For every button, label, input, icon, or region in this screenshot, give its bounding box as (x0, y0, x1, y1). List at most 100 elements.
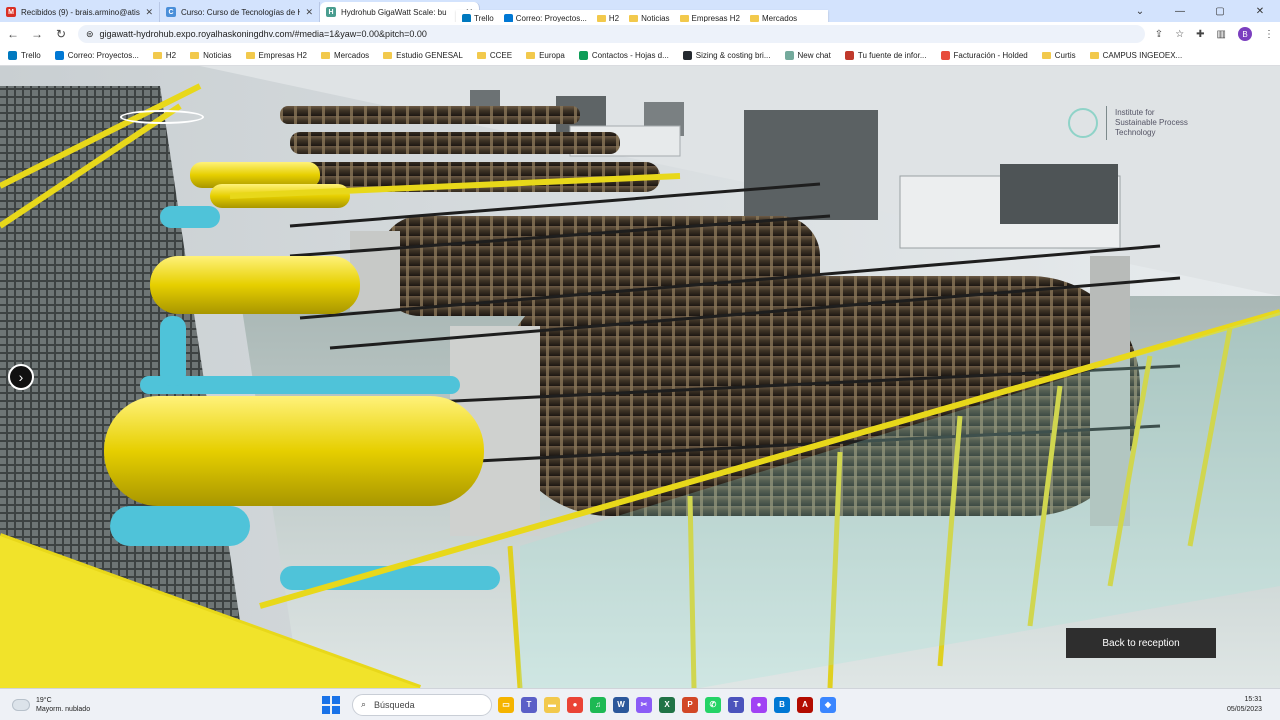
bi-icon[interactable]: B (774, 696, 790, 713)
tab-close-icon[interactable]: ✕ (145, 7, 153, 18)
bookmark-label: Trello (21, 51, 41, 60)
bookmarks-bar: Trello Correo: Proyectos... H2 Noticias Empr… (0, 46, 1280, 66)
whatsapp-icon[interactable]: ✆ (705, 696, 721, 713)
bookmark-star-icon[interactable]: ☆ (1175, 29, 1184, 40)
taskbar-search[interactable]: ⌕ Búsqueda (352, 693, 492, 716)
bookmark-item[interactable]: Estudio GENESAL (383, 51, 463, 60)
site-favicon-icon (682, 51, 692, 60)
bookmark-item[interactable]: Empresas H2 (245, 51, 307, 60)
site-info-icon[interactable]: ⊜ (86, 29, 94, 40)
teams-icon[interactable]: T (521, 696, 537, 713)
menu-icon[interactable]: ⋮ (1264, 29, 1274, 40)
bookmark-label: CCEE (489, 51, 513, 60)
folder-icon (526, 52, 536, 59)
site-favicon-icon (578, 51, 588, 60)
window-controls: ⌄ — ▢ ✕ (1120, 0, 1280, 22)
browser-tab[interactable]: M Recibidos (9) - brais.armino@atis ✕ (0, 2, 160, 22)
bookmark-item[interactable]: Sizing & costing bri... (682, 51, 771, 60)
bookmark-item[interactable]: Tu fuente de infor... (844, 51, 927, 60)
bookmark-item[interactable]: CCEE (476, 51, 513, 60)
brand-block: Institute for Sustainable Process Techno… (1068, 106, 1195, 140)
weather-widget[interactable]: 19°C Mayorm. nublado (0, 696, 300, 714)
weather-temperature: 19°C (36, 696, 52, 704)
bookmark-item[interactable]: Europa (526, 51, 565, 60)
folder-icon (321, 52, 331, 59)
bookmark-label: Mercados (334, 51, 370, 60)
url-text[interactable]: gigawatt-hydrohub.expo.royalhaskoningdhv… (100, 29, 1137, 39)
back-to-reception-button[interactable]: Back to reception (1066, 628, 1216, 658)
bookmark-item[interactable]: Contactos - Hojas d... (578, 51, 669, 60)
next-scene-arrow-icon[interactable]: › (8, 364, 34, 390)
bookmark-item[interactable]: Curtis (1041, 51, 1076, 60)
bookmark-item[interactable]: Correo: Proyectos... (54, 51, 139, 60)
tab-close-icon[interactable]: ✕ (305, 7, 313, 18)
brand-divider (1106, 106, 1107, 140)
bookmark-item[interactable]: H2 (152, 51, 177, 60)
electrolyzer-hall-scene (0, 66, 1280, 688)
excel-icon[interactable]: X (659, 696, 675, 713)
folder-icon (245, 52, 255, 59)
file-explorer-icon[interactable]: ▭ (498, 696, 514, 713)
weather-condition: Mayorm. nublado (36, 705, 91, 713)
reload-icon[interactable]: ↻ (54, 27, 68, 41)
folder-icon[interactable]: ▬ (544, 696, 560, 713)
sidepanel-icon[interactable]: ▥ (1217, 29, 1226, 40)
address-bar[interactable]: ⊜ gigawatt-hydrohub.expo.royalhaskoningd… (78, 25, 1145, 43)
brand-text: Institute for Sustainable Process Techno… (1115, 108, 1188, 137)
forward-arrow-icon[interactable]: → (30, 27, 44, 41)
bookmark-label: Curtis (1054, 51, 1076, 60)
word-icon[interactable]: W (613, 696, 629, 713)
chrome-profile-icon[interactable]: ● (751, 696, 767, 713)
tab-search-icon[interactable]: ⌄ (1120, 6, 1160, 17)
folder-icon (383, 52, 393, 59)
folder-icon (476, 52, 486, 59)
bookmark-item[interactable]: Mercados (321, 51, 369, 60)
close-window-button[interactable]: ✕ (1240, 6, 1280, 17)
hydrohub-icon: H (326, 7, 336, 17)
browser-tab[interactable]: C Curso: Curso de Tecnologías de H ✕ (160, 2, 320, 22)
snip-icon[interactable]: ✂ (636, 696, 652, 713)
clock-time: 15:31 (1244, 695, 1262, 703)
folder-icon (679, 14, 689, 22)
windows-start-icon[interactable] (322, 695, 340, 714)
folder-icon (1041, 52, 1051, 59)
bookmark-label: Europa (539, 51, 565, 60)
powerpoint-icon[interactable]: P (682, 696, 698, 713)
bookmark-label: New chat (797, 51, 831, 60)
bookmark-item[interactable]: Noticias (190, 51, 232, 60)
maximize-button[interactable]: ▢ (1200, 6, 1240, 17)
site-favicon-icon (8, 51, 17, 60)
bookmark-item[interactable]: Trello (8, 51, 41, 60)
bookmark-label: Tu fuente de infor... (857, 51, 927, 60)
bookmark-label: Noticias (203, 51, 232, 60)
site-favicon-icon (54, 51, 64, 60)
acrobat-icon[interactable]: A (797, 696, 813, 713)
folder-icon (190, 52, 200, 59)
bookmark-label: Correo: Proyectos... (67, 51, 139, 60)
bookmark-item[interactable]: New chat (784, 51, 831, 60)
address-row: ← → ↻ ⊜ gigawatt-hydrohub.expo.royalhask… (0, 22, 1280, 46)
ispt-logo-icon (1068, 108, 1098, 138)
chrome-icon[interactable]: ● (567, 696, 583, 713)
bookmark-label: H2 (165, 51, 177, 60)
panorama-viewer[interactable]: › Institute for Sustainable Process Tech… (0, 66, 1280, 688)
taskbar-apps: ▭ T ▬ ● ♫ W ✂ X P ✆ T ● B A ◆ (498, 696, 836, 713)
tab-title: Recibidos (9) - brais.armino@atis (21, 7, 140, 17)
folder-icon (750, 14, 760, 22)
site-favicon-icon (784, 51, 794, 60)
minimize-button[interactable]: — (1160, 6, 1200, 17)
back-arrow-icon[interactable]: ← (6, 27, 20, 41)
share-icon[interactable]: ⇪ (1155, 29, 1163, 40)
tab-list: M Recibidos (9) - brais.armino@atis ✕ C Curs… (0, 2, 480, 22)
clock[interactable]: 15:31 05/05/2023 (1227, 695, 1280, 715)
bookmark-item[interactable]: CAMPUS INGEOEX... (1089, 51, 1182, 60)
search-placeholder: Búsqueda (374, 699, 415, 710)
hotspot-ring[interactable] (120, 110, 204, 124)
bookmark-item[interactable]: Facturación - Holded (940, 51, 1028, 60)
profile-avatar[interactable]: B (1238, 27, 1252, 41)
teams-work-icon[interactable]: T (728, 696, 744, 713)
extensions-icon[interactable]: ✚ (1196, 29, 1204, 40)
paint-icon[interactable]: ◆ (820, 696, 836, 713)
cloud-icon (12, 698, 30, 711)
spotify-icon[interactable]: ♫ (590, 696, 606, 713)
